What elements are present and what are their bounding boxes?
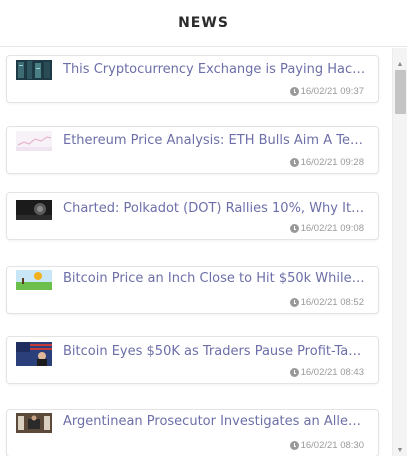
clock-icon (289, 158, 299, 167)
news-time: 16/02/21 09:37 (300, 86, 364, 97)
flag-people-icon (16, 342, 52, 366)
clock-icon (289, 224, 299, 233)
clock-icon (289, 87, 299, 96)
news-title[interactable]: Ethereum Price Analysis: ETH Bulls Aim A… (63, 132, 368, 150)
news-timestamp: 16/02/21 08:43 (289, 367, 364, 378)
news-item[interactable]: Bitcoin Price an Inch Close to Hit $50k … (6, 266, 379, 314)
news-item[interactable]: This Cryptocurrency Exchange is Paying H… (6, 55, 379, 103)
clock-icon (289, 298, 299, 307)
scroll-up-icon[interactable]: ▲ (393, 58, 407, 70)
news-time: 16/02/21 09:28 (300, 157, 364, 168)
news-item[interactable]: Ethereum Price Analysis: ETH Bulls Aim A… (6, 126, 379, 174)
news-timestamp: 16/02/21 08:30 (289, 440, 364, 451)
scroll-down-icon[interactable]: ▼ (393, 444, 407, 456)
news-title[interactable]: Bitcoin Eyes $50K as Traders Pause Profi… (63, 343, 368, 361)
news-item[interactable]: Charted: Polkadot (DOT) Rallies 10%, Why… (6, 192, 379, 240)
courtroom-icon (16, 413, 52, 433)
news-time: 16/02/21 08:52 (300, 297, 364, 308)
news-timestamp: 16/02/21 09:37 (289, 86, 364, 97)
news-header: NEWS (0, 0, 407, 47)
news-time: 16/02/21 08:30 (300, 440, 364, 451)
scrollbar-thumb[interactable] (395, 70, 406, 114)
bitcoin-landscape-icon (16, 270, 52, 290)
page-title: NEWS (178, 15, 229, 31)
news-timestamp: 16/02/21 09:08 (289, 223, 364, 234)
news-title[interactable]: Argentinean Prosecutor Investigates an A… (63, 413, 368, 431)
news-title[interactable]: Bitcoin Price an Inch Close to Hit $50k … (63, 270, 368, 288)
news-item[interactable]: Argentinean Prosecutor Investigates an A… (6, 409, 379, 456)
clock-icon (289, 368, 299, 377)
server-room-icon (16, 60, 52, 80)
news-title[interactable]: Charted: Polkadot (DOT) Rallies 10%, Why… (63, 200, 368, 218)
news-feed: This Cryptocurrency Exchange is Paying H… (0, 48, 392, 456)
news-timestamp: 16/02/21 09:28 (289, 157, 364, 168)
clock-icon (289, 441, 299, 450)
news-timestamp: 16/02/21 08:52 (289, 297, 364, 308)
scrollbar[interactable]: ▲ ▼ (392, 48, 407, 456)
news-time: 16/02/21 08:43 (300, 367, 364, 378)
dark-coin-icon (16, 200, 52, 220)
news-time: 16/02/21 09:08 (300, 223, 364, 234)
news-title[interactable]: This Cryptocurrency Exchange is Paying H… (63, 61, 368, 79)
price-chart-icon (16, 131, 52, 151)
news-item[interactable]: Bitcoin Eyes $50K as Traders Pause Profi… (6, 336, 379, 384)
